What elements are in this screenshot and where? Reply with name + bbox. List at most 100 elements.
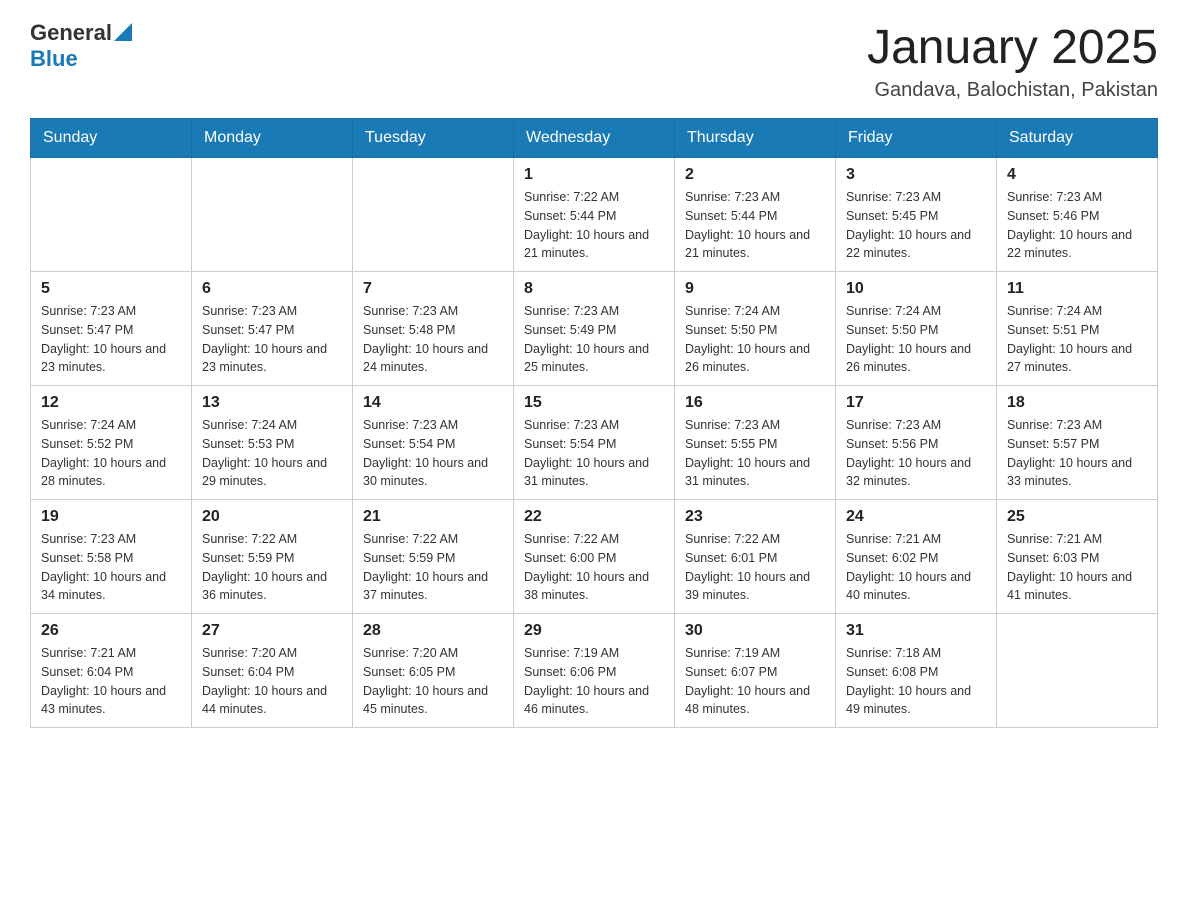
day-info: Sunrise: 7:23 AM Sunset: 5:55 PM Dayligh…: [685, 416, 825, 491]
calendar-cell: 8 Sunrise: 7:23 AM Sunset: 5:49 PM Daylig…: [514, 272, 675, 386]
day-info: Sunrise: 7:23 AM Sunset: 5:46 PM Dayligh…: [1007, 188, 1147, 263]
day-number: 9: [685, 280, 825, 298]
logo-general-text: General: [30, 20, 112, 46]
calendar-cell: 15 Sunrise: 7:23 AM Sunset: 5:54 PM Dayli…: [514, 386, 675, 500]
calendar-week-row: 19 Sunrise: 7:23 AM Sunset: 5:58 PM Dayli…: [31, 500, 1158, 614]
calendar-cell: 20 Sunrise: 7:22 AM Sunset: 5:59 PM Dayli…: [192, 500, 353, 614]
weekday-header-row: SundayMondayTuesdayWednesdayThursdayFrid…: [31, 119, 1158, 158]
calendar-cell: 21 Sunrise: 7:22 AM Sunset: 5:59 PM Dayli…: [353, 500, 514, 614]
day-number: 31: [846, 622, 986, 640]
calendar-cell: [31, 158, 192, 272]
title-section: January 2025 Gandava, Balochistan, Pakis…: [867, 20, 1158, 102]
calendar-cell: 13 Sunrise: 7:24 AM Sunset: 5:53 PM Dayli…: [192, 386, 353, 500]
day-info: Sunrise: 7:21 AM Sunset: 6:02 PM Dayligh…: [846, 530, 986, 605]
calendar-cell: [353, 158, 514, 272]
day-number: 10: [846, 280, 986, 298]
calendar-cell: 11Sunrise: 7:24 AM Sunset: 5:51 PM Dayli…: [997, 272, 1158, 386]
calendar-cell: 1Sunrise: 7:22 AM Sunset: 5:44 PM Daylig…: [514, 158, 675, 272]
calendar-cell: 19 Sunrise: 7:23 AM Sunset: 5:58 PM Dayli…: [31, 500, 192, 614]
calendar-week-row: 26 Sunrise: 7:21 AM Sunset: 6:04 PM Dayli…: [31, 614, 1158, 728]
location-subtitle: Gandava, Balochistan, Pakistan: [867, 79, 1158, 102]
day-info: Sunrise: 7:22 AM Sunset: 5:59 PM Dayligh…: [363, 530, 503, 605]
calendar-cell: 24 Sunrise: 7:21 AM Sunset: 6:02 PM Dayli…: [836, 500, 997, 614]
day-number: 2: [685, 166, 825, 184]
day-number: 26: [41, 622, 181, 640]
weekday-header-thursday: Thursday: [675, 119, 836, 158]
day-info: Sunrise: 7:23 AM Sunset: 5:49 PM Dayligh…: [524, 302, 664, 377]
day-info: Sunrise: 7:18 AM Sunset: 6:08 PM Dayligh…: [846, 644, 986, 719]
day-info: Sunrise: 7:23 AM Sunset: 5:54 PM Dayligh…: [363, 416, 503, 491]
day-info: Sunrise: 7:24 AM Sunset: 5:52 PM Dayligh…: [41, 416, 181, 491]
calendar-cell: 26 Sunrise: 7:21 AM Sunset: 6:04 PM Dayli…: [31, 614, 192, 728]
calendar-cell: 30Sunrise: 7:19 AM Sunset: 6:07 PM Dayli…: [675, 614, 836, 728]
day-number: 16: [685, 394, 825, 412]
calendar-cell: 23 Sunrise: 7:22 AM Sunset: 6:01 PM Dayli…: [675, 500, 836, 614]
day-number: 28: [363, 622, 503, 640]
day-number: 12: [41, 394, 181, 412]
calendar-cell: 28Sunrise: 7:20 AM Sunset: 6:05 PM Dayli…: [353, 614, 514, 728]
calendar-week-row: 5 Sunrise: 7:23 AM Sunset: 5:47 PM Daylig…: [31, 272, 1158, 386]
logo-triangle-icon: [114, 23, 132, 41]
logo-blue-text: Blue: [30, 46, 78, 72]
calendar-cell: 31 Sunrise: 7:18 AM Sunset: 6:08 PM Dayli…: [836, 614, 997, 728]
calendar-cell: 29 Sunrise: 7:19 AM Sunset: 6:06 PM Dayli…: [514, 614, 675, 728]
day-info: Sunrise: 7:23 AM Sunset: 5:54 PM Dayligh…: [524, 416, 664, 491]
day-number: 18: [1007, 394, 1147, 412]
day-info: Sunrise: 7:19 AM Sunset: 6:07 PM Dayligh…: [685, 644, 825, 719]
day-number: 21: [363, 508, 503, 526]
calendar-cell: 6 Sunrise: 7:23 AM Sunset: 5:47 PM Daylig…: [192, 272, 353, 386]
day-info: Sunrise: 7:22 AM Sunset: 5:44 PM Dayligh…: [524, 188, 664, 263]
day-info: Sunrise: 7:23 AM Sunset: 5:47 PM Dayligh…: [41, 302, 181, 377]
day-info: Sunrise: 7:21 AM Sunset: 6:04 PM Dayligh…: [41, 644, 181, 719]
day-number: 20: [202, 508, 342, 526]
weekday-header-monday: Monday: [192, 119, 353, 158]
calendar-cell: 12 Sunrise: 7:24 AM Sunset: 5:52 PM Dayli…: [31, 386, 192, 500]
day-info: Sunrise: 7:24 AM Sunset: 5:50 PM Dayligh…: [846, 302, 986, 377]
day-info: Sunrise: 7:24 AM Sunset: 5:53 PM Dayligh…: [202, 416, 342, 491]
day-number: 29: [524, 622, 664, 640]
calendar-cell: 25 Sunrise: 7:21 AM Sunset: 6:03 PM Dayli…: [997, 500, 1158, 614]
calendar-table: SundayMondayTuesdayWednesdayThursdayFrid…: [30, 118, 1158, 728]
day-number: 15: [524, 394, 664, 412]
day-info: Sunrise: 7:23 AM Sunset: 5:45 PM Dayligh…: [846, 188, 986, 263]
day-info: Sunrise: 7:23 AM Sunset: 5:47 PM Dayligh…: [202, 302, 342, 377]
day-info: Sunrise: 7:23 AM Sunset: 5:44 PM Dayligh…: [685, 188, 825, 263]
day-number: 25: [1007, 508, 1147, 526]
day-info: Sunrise: 7:24 AM Sunset: 5:51 PM Dayligh…: [1007, 302, 1147, 377]
calendar-week-row: 1Sunrise: 7:22 AM Sunset: 5:44 PM Daylig…: [31, 158, 1158, 272]
calendar-cell: 10 Sunrise: 7:24 AM Sunset: 5:50 PM Dayli…: [836, 272, 997, 386]
day-number: 7: [363, 280, 503, 298]
day-info: Sunrise: 7:19 AM Sunset: 6:06 PM Dayligh…: [524, 644, 664, 719]
calendar-cell: 22Sunrise: 7:22 AM Sunset: 6:00 PM Dayli…: [514, 500, 675, 614]
day-number: 3: [846, 166, 986, 184]
weekday-header-wednesday: Wednesday: [514, 119, 675, 158]
day-number: 8: [524, 280, 664, 298]
day-number: 27: [202, 622, 342, 640]
day-info: Sunrise: 7:22 AM Sunset: 6:01 PM Dayligh…: [685, 530, 825, 605]
calendar-cell: 14Sunrise: 7:23 AM Sunset: 5:54 PM Dayli…: [353, 386, 514, 500]
weekday-header-sunday: Sunday: [31, 119, 192, 158]
calendar-cell: 27 Sunrise: 7:20 AM Sunset: 6:04 PM Dayli…: [192, 614, 353, 728]
calendar-cell: 16 Sunrise: 7:23 AM Sunset: 5:55 PM Dayli…: [675, 386, 836, 500]
day-info: Sunrise: 7:22 AM Sunset: 5:59 PM Dayligh…: [202, 530, 342, 605]
day-info: Sunrise: 7:21 AM Sunset: 6:03 PM Dayligh…: [1007, 530, 1147, 605]
day-number: 23: [685, 508, 825, 526]
month-title: January 2025: [867, 20, 1158, 75]
calendar-cell: 9 Sunrise: 7:24 AM Sunset: 5:50 PM Daylig…: [675, 272, 836, 386]
weekday-header-tuesday: Tuesday: [353, 119, 514, 158]
logo: General Blue: [30, 20, 132, 72]
day-info: Sunrise: 7:24 AM Sunset: 5:50 PM Dayligh…: [685, 302, 825, 377]
day-number: 24: [846, 508, 986, 526]
day-number: 6: [202, 280, 342, 298]
calendar-week-row: 12 Sunrise: 7:24 AM Sunset: 5:52 PM Dayli…: [31, 386, 1158, 500]
page-header: General Blue January 2025 Gandava, Baloc…: [30, 20, 1158, 102]
day-number: 19: [41, 508, 181, 526]
day-number: 5: [41, 280, 181, 298]
day-info: Sunrise: 7:23 AM Sunset: 5:57 PM Dayligh…: [1007, 416, 1147, 491]
day-info: Sunrise: 7:20 AM Sunset: 6:04 PM Dayligh…: [202, 644, 342, 719]
day-number: 13: [202, 394, 342, 412]
day-info: Sunrise: 7:23 AM Sunset: 5:58 PM Dayligh…: [41, 530, 181, 605]
weekday-header-saturday: Saturday: [997, 119, 1158, 158]
calendar-cell: [997, 614, 1158, 728]
day-info: Sunrise: 7:22 AM Sunset: 6:00 PM Dayligh…: [524, 530, 664, 605]
